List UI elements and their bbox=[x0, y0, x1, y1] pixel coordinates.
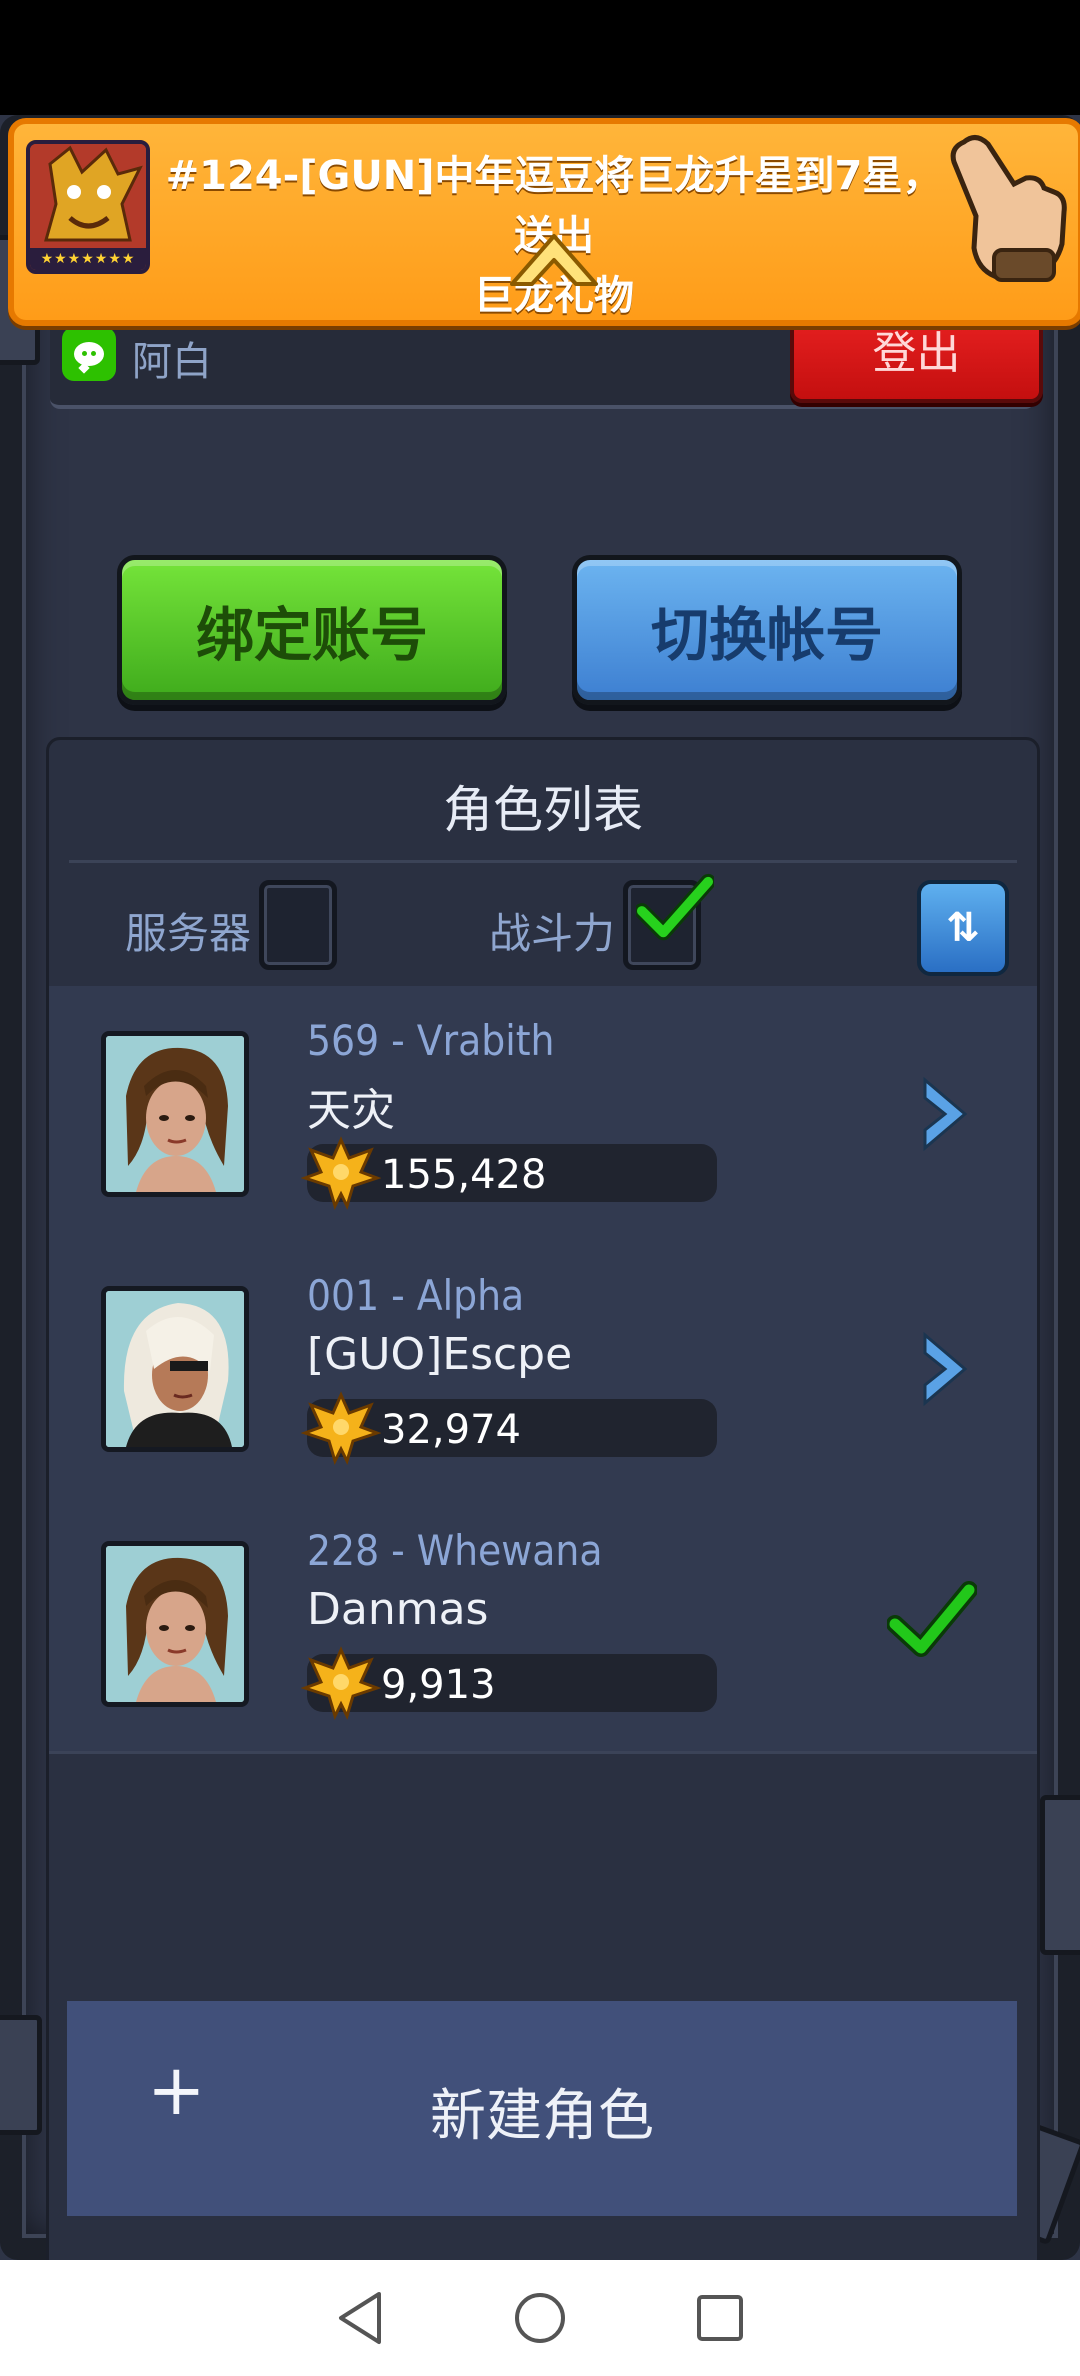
square-recents-icon bbox=[697, 2295, 743, 2341]
power-bar: 9,913 bbox=[301, 1646, 717, 1721]
triangle-back-icon bbox=[339, 2292, 381, 2344]
character-portrait bbox=[101, 1031, 249, 1197]
new-character-label: 新建角色 bbox=[430, 2084, 654, 2149]
star-rating: ★★★★★★★ bbox=[30, 248, 146, 270]
power-bar: 32,974 bbox=[301, 1391, 717, 1466]
power-value: 9,913 bbox=[381, 1662, 496, 1708]
chevron-right-icon[interactable] bbox=[917, 1329, 973, 1409]
rock-decoration bbox=[0, 2015, 42, 2135]
account-row: 阿白 登出 bbox=[50, 295, 1043, 409]
character-row[interactable]: 569 - Vrabith 天灾 155,428 bbox=[49, 986, 1037, 1244]
sort-server-label: 服务器 bbox=[125, 909, 252, 958]
character-row[interactable]: 228 - Whewana Danmas 9,913 bbox=[49, 1496, 1037, 1754]
sort-server-checkbox[interactable] bbox=[259, 880, 337, 970]
phoenix-power-icon bbox=[301, 1391, 381, 1466]
new-character-button[interactable]: + 新建角色 bbox=[67, 2001, 1017, 2216]
pointing-hand-icon[interactable] bbox=[944, 132, 1072, 288]
divider bbox=[69, 860, 1017, 863]
home-button[interactable] bbox=[510, 2288, 570, 2348]
character-name: [GUO]Escpe bbox=[307, 1329, 573, 1380]
power-bar: 155,428 bbox=[301, 1136, 717, 1211]
selected-check-icon bbox=[887, 1581, 977, 1657]
panel-title: 角色列表 bbox=[443, 781, 643, 839]
notification-banner[interactable]: ★★★★★★★ #124-[GUN]中年逗豆将巨龙升星到7星，送出 巨龙礼物 bbox=[8, 118, 1080, 326]
character-portrait bbox=[101, 1286, 249, 1452]
power-value: 155,428 bbox=[381, 1152, 547, 1198]
character-server: 569 - Vrabith bbox=[307, 1016, 555, 1065]
account-name: 阿白 bbox=[132, 339, 212, 385]
character-server: 228 - Whewana bbox=[307, 1526, 603, 1575]
back-button[interactable] bbox=[330, 2288, 390, 2348]
sort-order-toggle[interactable]: ⇅ bbox=[917, 880, 1009, 976]
game-frame: 阿白 登出 绑定账号 切换帐号 角色列表 服务器 战斗力 ⇅ 569 - Vra… bbox=[0, 115, 1080, 2260]
character-server: 001 - Alpha bbox=[307, 1271, 525, 1320]
circle-home-icon bbox=[515, 2293, 565, 2343]
character-name: Danmas bbox=[307, 1584, 489, 1635]
phoenix-power-icon bbox=[301, 1136, 381, 1211]
chevron-up-icon[interactable] bbox=[504, 224, 604, 294]
character-name: 天灾 bbox=[307, 1085, 395, 1136]
bind-account-button[interactable]: 绑定账号 bbox=[117, 555, 507, 705]
sort-power-label: 战斗力 bbox=[489, 909, 616, 958]
character-row[interactable]: 001 - Alpha [GUO]Escpe 32,974 bbox=[49, 1241, 1037, 1499]
status-bar bbox=[0, 0, 1080, 115]
rock-decoration bbox=[1040, 1795, 1080, 1955]
sort-power-checkbox[interactable] bbox=[623, 873, 714, 970]
switch-account-button[interactable]: 切换帐号 bbox=[572, 555, 962, 705]
system-navigation-bar bbox=[0, 2260, 1080, 2376]
chevron-right-icon[interactable] bbox=[917, 1074, 973, 1154]
power-value: 32,974 bbox=[381, 1407, 521, 1453]
dragon-avatar: ★★★★★★★ bbox=[26, 140, 150, 274]
character-portrait bbox=[101, 1541, 249, 1707]
wechat-icon bbox=[62, 327, 116, 381]
recents-button[interactable] bbox=[690, 2288, 750, 2348]
character-list-panel: 角色列表 服务器 战斗力 ⇅ 569 - Vrabith 天灾 155,428 … bbox=[46, 737, 1040, 2260]
check-icon bbox=[636, 873, 714, 941]
phoenix-power-icon bbox=[301, 1646, 381, 1721]
